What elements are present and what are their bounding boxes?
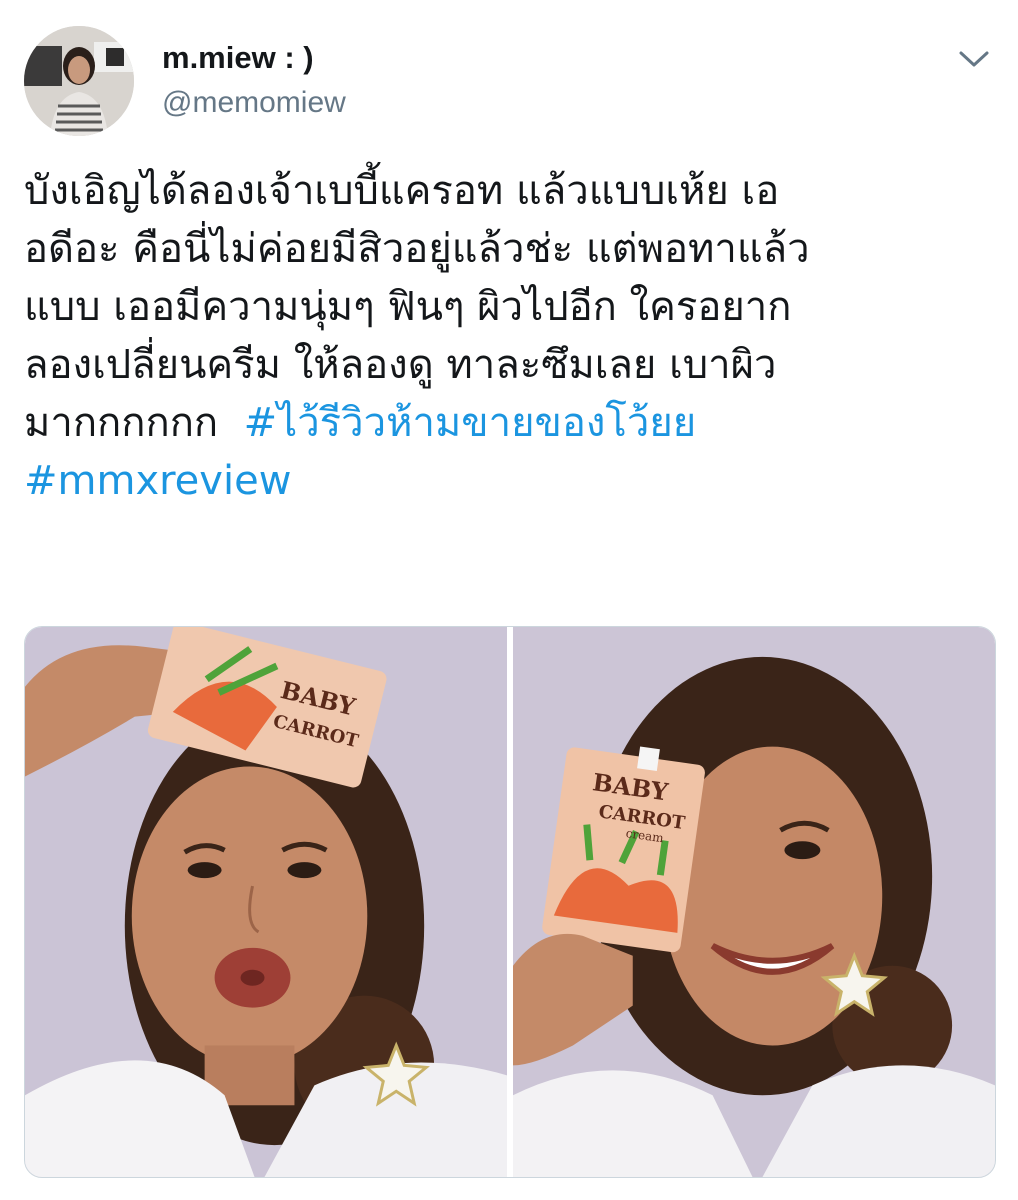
tweet-text-line: ลองเปลี่ยนครีม ให้ลองดู ทาละซึมเลย เบาผิ…	[24, 342, 777, 388]
tweet-text-tail: มากกกกกก	[24, 400, 219, 446]
chevron-down-icon[interactable]	[956, 44, 992, 74]
photo-left[interactable]: BABY CARROT	[25, 627, 507, 1177]
photo-right[interactable]: BABY CARROT cream	[513, 627, 995, 1177]
tweet-text-line: แบบ เออมีความนุ่มๆ ฟินๆ ผิวไปอีก ใครอยาก	[24, 284, 792, 330]
media-grid: BABY CARROT BABY CARROT cream	[24, 626, 996, 1178]
tweet: m.miew : ) @memomiew บังเอิญได้ลองเจ้าเบ…	[0, 0, 1018, 1200]
tweet-text-line: มากกกกกก #ไว้รีวิวห้ามขายของโว้ยย	[24, 394, 984, 452]
avatar[interactable]	[24, 26, 134, 136]
hashtag-link[interactable]: #ไว้รีวิวห้ามขายของโว้ยย	[244, 400, 697, 446]
tweet-text-line: บังเอิญได้ลองเจ้าเบบี้แครอท แล้วแบบเห้ย …	[24, 168, 780, 214]
hashtag-link[interactable]: #mmxreview	[24, 452, 984, 510]
tweet-text-line: อดีอะ คือนี่ไม่ค่อยมีสิวอยู่แล้วช่ะ แต่พ…	[24, 226, 810, 272]
display-name[interactable]: m.miew : )	[162, 40, 314, 76]
tweet-text: บังเอิญได้ลองเจ้าเบบี้แครอท แล้วแบบเห้ย …	[24, 162, 984, 510]
user-handle[interactable]: @memomiew	[162, 86, 346, 120]
